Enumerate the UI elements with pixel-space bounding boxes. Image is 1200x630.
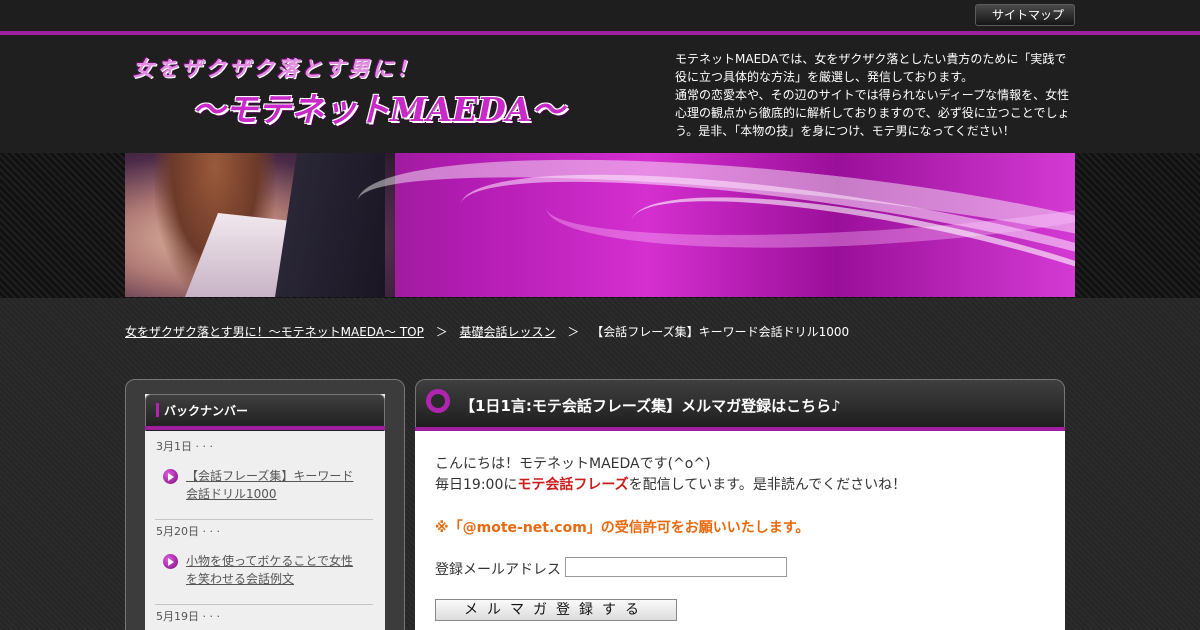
newsletter-body: こんにちは！モテネットMAEDAです(^o^) 毎日19:00にモテ会話フレーズ… (415, 431, 1065, 630)
schedule-suffix: を配信しています。是非読んでくださいね！ (628, 477, 907, 493)
back-number-date: 5月20日 · · · (156, 525, 220, 538)
receive-permission-notice: ※「@mote-net.com」の受信許可をお願いいたします。 (435, 520, 810, 536)
breadcrumb-current: 【会話フレーズ集】キーワード会話ドリル1000 (591, 325, 850, 339)
intro-line: モテネットMAEDAでは、女をザクザク落としたい貴方のために「実践で (675, 52, 1067, 66)
back-number-date: 3月1日 · · · (156, 440, 213, 453)
logo-tagline: 女をザクザク落とす男に！ (133, 56, 421, 81)
subscribe-button[interactable]: メルマガ登録する (435, 599, 677, 621)
sidebar-accent-line (145, 426, 385, 430)
back-number-date: 5月19日 · · · (156, 610, 220, 623)
back-number-link[interactable]: 【会話フレーズ集】キーワード 会話ドリル1000 (163, 467, 363, 503)
site-header: 女をザクザク落とす男に！ ～モテネットMAEDA～ モテネットMAEDAでは、女… (0, 35, 1200, 153)
schedule-text: 毎日19:00にモテ会話フレーズを配信しています。是非読んでくださいね！ (435, 474, 906, 494)
logo-title: ～モテネットMAEDA～ (192, 90, 565, 129)
divider (155, 604, 373, 605)
back-number-panel: バックナンバー 3月1日 · · · 【会話フレーズ集】キーワード 会話ドリル1… (145, 394, 385, 630)
intro-line: う。是非、「本物の技」を身につけ、モテ男になってください！ (675, 124, 1015, 138)
intro-line: 心理の観点から徹底的に解析しておりますので、必ず役に立つことでしょ (675, 106, 1070, 120)
email-label: 登録メールアドレス (435, 562, 561, 578)
site-intro: モテネットMAEDAでは、女をザクザク落としたい貴方のために「実践で 役に立つ具… (675, 50, 1075, 140)
breadcrumb-category-link[interactable]: 基礎会話レッスン (460, 325, 556, 339)
back-number-link[interactable]: 小物を使ってボケることで女性 を笑わせる会話例文 (163, 552, 363, 588)
schedule-prefix: 毎日19:00に (435, 477, 518, 493)
top-bar: サイトマップ (0, 0, 1200, 31)
ring-icon (426, 389, 450, 413)
breadcrumb-home-link[interactable]: 女をザクザク落とす男に！～モテネットMAEDA～ TOP (125, 325, 424, 339)
back-number-title-line: 会話ドリル1000 (186, 487, 277, 501)
back-number-title-line: 小物を使ってボケることで女性 (186, 554, 354, 568)
back-number-title-line: 【会話フレーズ集】キーワード (186, 469, 354, 483)
back-number-title-line: を笑わせる会話例文 (186, 572, 295, 586)
sitemap-button[interactable]: サイトマップ (975, 4, 1075, 26)
play-arrow-icon (163, 469, 178, 484)
header-banner-image (125, 153, 1075, 297)
schedule-highlight: モテ会話フレーズ (517, 477, 629, 493)
breadcrumb-separator: ＞ (567, 325, 580, 339)
back-number-title: 小物を使ってボケることで女性 を笑わせる会話例文 (186, 552, 363, 588)
breadcrumb-separator: ＞ (435, 325, 448, 339)
play-arrow-icon (163, 554, 178, 569)
intro-line: 役に立つ具体的な方法」を厳選し、発信しております。 (675, 70, 974, 84)
newsletter-header: 【1日1言:モテ会話フレーズ集】メルマガ登録はこちら♪ (415, 379, 1065, 431)
greeting-text: こんにちは！モテネットMAEDAです(^o^) (435, 456, 711, 472)
sidebar: バックナンバー 3月1日 · · · 【会話フレーズ集】キーワード 会話ドリル1… (125, 379, 405, 630)
divider (155, 519, 373, 520)
breadcrumb: 女をザクザク落とす男に！～モテネットMAEDA～ TOP ＞ 基礎会話レッスン … (125, 323, 849, 340)
sidebar-title: バックナンバー (164, 404, 249, 418)
intro-line: 通常の恋愛本や、その辺のサイトでは得られないディープな情報を、女性 (675, 88, 1070, 102)
newsletter-title: 【1日1言:モテ会話フレーズ集】メルマガ登録はこちら♪ (460, 397, 841, 415)
email-input[interactable] (565, 557, 787, 577)
heading-marker (156, 403, 159, 417)
back-number-title: 【会話フレーズ集】キーワード 会話ドリル1000 (186, 467, 363, 503)
